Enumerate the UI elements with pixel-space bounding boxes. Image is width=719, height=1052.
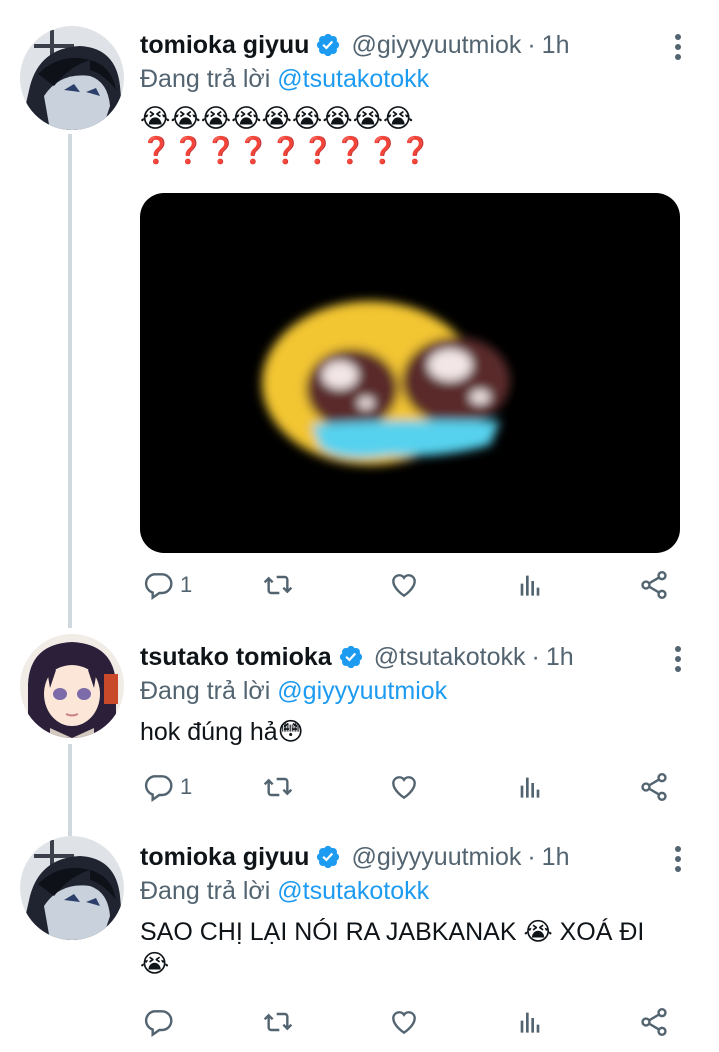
views-icon [520, 575, 540, 596]
like-button[interactable] [388, 1002, 420, 1042]
tweet-actions: 1 [140, 767, 680, 807]
heart-icon [392, 776, 416, 800]
avatar[interactable] [20, 836, 124, 940]
display-name[interactable]: tomioka giyuu [140, 843, 309, 872]
reply-icon [144, 573, 173, 600]
reply-icon [144, 775, 173, 802]
verified-badge-icon [315, 844, 341, 870]
share-button[interactable] [638, 565, 670, 605]
replying-to: Đang trả lời @tsutakotokk [140, 62, 699, 96]
retweet-button[interactable] [262, 565, 294, 605]
like-button[interactable] [388, 767, 420, 807]
tweet-actions [140, 1002, 680, 1042]
more-vertical-icon[interactable] [673, 846, 683, 872]
mention-link[interactable]: @giyyyuutmiok [277, 677, 447, 705]
separator-dot: · [527, 842, 536, 871]
separator-dot: · [527, 30, 536, 59]
handle[interactable]: @tsutakotokk [374, 643, 526, 672]
reply-icon [144, 1010, 173, 1037]
retweet-icon [263, 1012, 293, 1032]
replying-to: Đang trả lời @tsutakotokk [140, 874, 699, 908]
avatar[interactable] [20, 634, 124, 738]
separator-dot: · [531, 642, 540, 671]
retweet-icon [263, 777, 293, 797]
heart-icon [392, 574, 416, 598]
views-icon [520, 1012, 540, 1033]
tweet-text: ❓❓❓❓❓❓❓❓❓ [140, 135, 432, 165]
tweet[interactable]: tsutako tomioka @tsutakotokk · 1h Đang t… [0, 620, 719, 830]
reply-button[interactable]: 1 [142, 565, 192, 605]
verified-badge-icon [338, 644, 364, 670]
reply-count: 1 [180, 572, 193, 597]
reply-count: 1 [180, 774, 193, 799]
views-icon [520, 777, 540, 798]
tweet-text: 😭😭😭😭😭😭😭😭😭 [140, 103, 414, 133]
verified-badge-icon [315, 32, 341, 58]
replying-to-label: Đang trả lời [140, 65, 278, 93]
handle[interactable]: @giyyyuutmiok [351, 31, 521, 60]
retweet-icon [263, 575, 293, 595]
handle[interactable]: @giyyyuutmiok [351, 843, 521, 872]
reply-button[interactable] [142, 1002, 180, 1042]
timestamp[interactable]: 1h [546, 643, 574, 672]
tweet-text: SAO CHỊ LẠI NÓI RA JABKANAK 😭 XOÁ ĐI 😭 [140, 918, 645, 978]
like-button[interactable] [388, 565, 420, 605]
media-image[interactable] [140, 193, 680, 553]
display-name[interactable]: tsutako tomioka [140, 643, 332, 672]
mention-link[interactable]: @tsutakotokk [277, 65, 429, 93]
display-name[interactable]: tomioka giyuu [140, 31, 309, 60]
tweet[interactable]: tomioka giyuu @giyyyuutmiok · 1h Đang tr… [0, 0, 719, 620]
tweet-header: tomioka giyuu @giyyyuutmiok · 1h [140, 840, 699, 874]
reply-button[interactable]: 1 [142, 767, 192, 807]
share-button[interactable] [638, 1002, 670, 1042]
views-button[interactable] [514, 767, 546, 807]
timestamp[interactable]: 1h [542, 843, 570, 872]
share-icon [641, 773, 667, 801]
tweet-header: tomioka giyuu @giyyyuutmiok · 1h [140, 28, 699, 62]
replying-to-label: Đang trả lời [140, 877, 278, 905]
retweet-button[interactable] [262, 767, 294, 807]
share-icon [641, 571, 667, 599]
share-button[interactable] [638, 767, 670, 807]
tweet-actions: 1 [140, 565, 680, 605]
views-button[interactable] [514, 565, 546, 605]
tweet-header: tsutako tomioka @tsutakotokk · 1h [140, 640, 699, 674]
replying-to: Đang trả lời @giyyyuutmiok [140, 674, 699, 708]
more-vertical-icon[interactable] [673, 34, 683, 60]
mention-link[interactable]: @tsutakotokk [277, 877, 429, 905]
share-icon [641, 1008, 667, 1036]
more-vertical-icon[interactable] [673, 646, 683, 672]
tweet-text: hok đúng hả😳 [140, 718, 304, 746]
retweet-button[interactable] [262, 1002, 294, 1042]
views-button[interactable] [514, 1002, 546, 1042]
tweet[interactable]: tomioka giyuu @giyyyuutmiok · 1h Đang tr… [0, 830, 719, 1052]
heart-icon [392, 1011, 416, 1035]
avatar[interactable] [20, 26, 124, 130]
timestamp[interactable]: 1h [542, 31, 570, 60]
replying-to-label: Đang trả lời [140, 677, 278, 705]
